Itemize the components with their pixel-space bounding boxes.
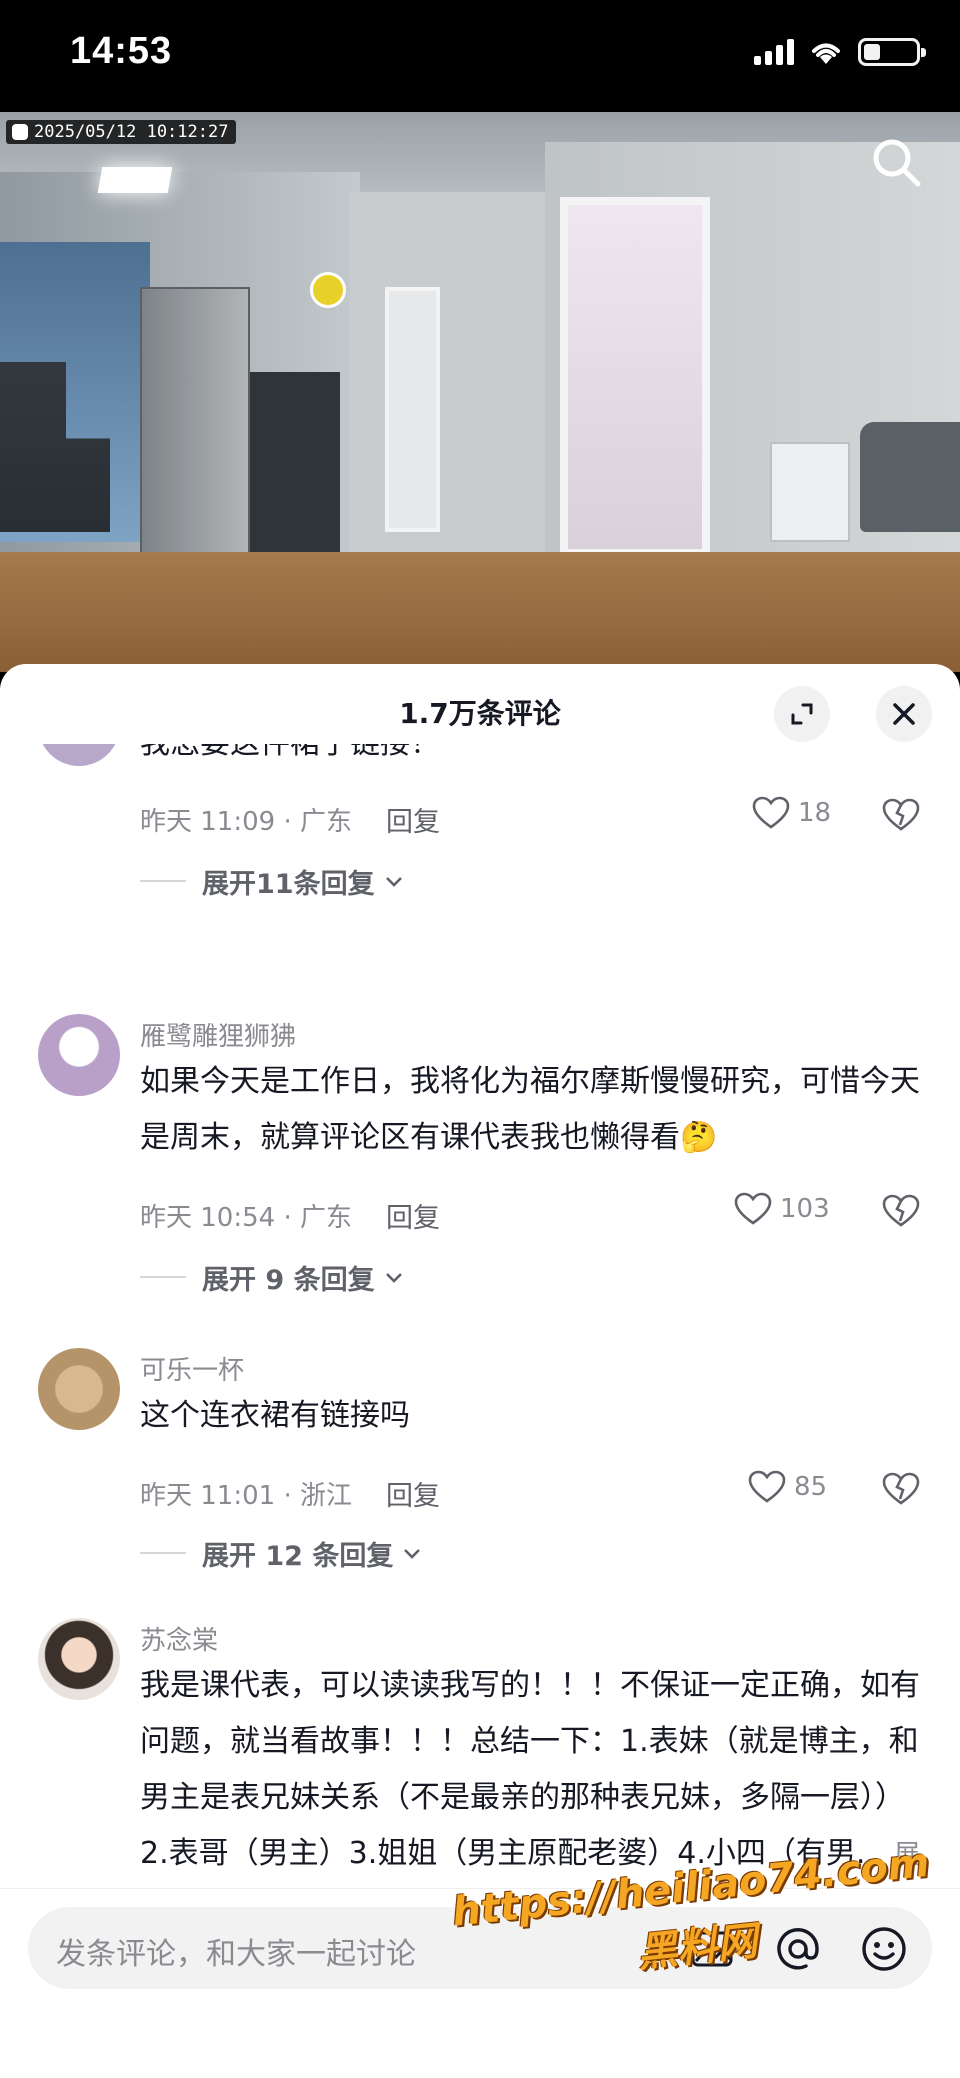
avatar[interactable] (38, 1348, 120, 1430)
comment-input-placeholder: 发条评论，和大家一起讨论 (56, 1937, 416, 1972)
camera-logo-icon (12, 124, 28, 140)
wifi-icon (812, 43, 840, 64)
dislike-button[interactable] (882, 1194, 920, 1232)
like-button[interactable]: 103 (734, 1192, 830, 1226)
close-button[interactable] (876, 686, 932, 742)
comment-list[interactable]: 我怎要这件裙子链接！ 昨天 11:09 · 广东 回复 18 展开11条回复 雁… (0, 744, 960, 1924)
username[interactable]: 苏念棠 (140, 1620, 218, 1657)
like-count: 18 (798, 798, 832, 828)
avatar[interactable] (38, 1618, 120, 1700)
search-button[interactable] (868, 134, 924, 190)
sheet-header: 1.7万条评论 (0, 664, 960, 752)
like-count: 85 (794, 1472, 828, 1502)
expand-replies-button[interactable]: 展开11条回复 (202, 862, 403, 901)
broken-heart-icon (882, 1472, 920, 1505)
status-icons (754, 38, 926, 66)
status-time: 14:53 (70, 30, 173, 72)
comment-time-location: 昨天 11:01 · 浙江 (140, 1481, 352, 1511)
timestamp-text: 2025/05/12 10:12:27 (34, 122, 229, 142)
comment-meta: 昨天 10:54 · 广东 回复 (140, 1196, 440, 1235)
chevron-down-icon (385, 1272, 402, 1283)
like-button[interactable]: 85 (748, 1470, 827, 1504)
search-icon (873, 139, 921, 187)
heart-icon (748, 1470, 786, 1503)
avatar[interactable] (38, 744, 120, 766)
camera-video[interactable]: 2025/05/12 10:12:27 (0, 112, 960, 672)
reply-button[interactable]: 回复 (386, 1196, 440, 1235)
avatar[interactable] (38, 1014, 120, 1096)
comment-text: 如果今天是工作日，我将化为福尔摩斯慢慢研究，可惜今天是周末，就算评论区有课代表我… (140, 1064, 920, 1155)
close-icon (893, 703, 915, 725)
expand-replies-button[interactable]: 展开 9 条回复 (202, 1258, 403, 1297)
dislike-button[interactable] (882, 1472, 920, 1510)
comment-text: 我怎要这件裙子链接！ (140, 744, 930, 772)
comment-text-body: 我是课代表，可以读读我写的！！！不保证一定正确，如有问题，就当看故事！！！总结一… (140, 1668, 920, 1871)
comment-item: 可乐一杯 这个连衣裙有链接吗 昨天 11:01 · 浙江 回复 85 展开 12… (0, 1348, 960, 1572)
comment-time-location: 昨天 10:54 · 广东 (140, 1203, 352, 1233)
chevron-down-icon (404, 1548, 421, 1559)
username[interactable]: 雁鹭雕狸狮狒 (140, 1016, 296, 1053)
comment-meta: 昨天 11:01 · 浙江 回复 (140, 1474, 440, 1513)
battery-icon (858, 38, 926, 66)
expand-button[interactable] (774, 686, 830, 742)
video-timestamp: 2025/05/12 10:12:27 (6, 120, 237, 144)
heart-icon (752, 796, 790, 829)
comment-time-location: 昨天 11:09 · 广东 (140, 807, 352, 837)
comment-item: 我怎要这件裙子链接！ 昨天 11:09 · 广东 回复 18 展开11条回复 (0, 744, 960, 924)
expand-icon (791, 703, 813, 725)
reply-button[interactable]: 回复 (386, 1474, 440, 1513)
reply-button[interactable]: 回复 (386, 800, 440, 839)
dislike-button[interactable] (882, 798, 920, 836)
comment-text: 这个连衣裙有链接吗 (140, 1398, 410, 1433)
signal-icon (754, 39, 794, 65)
chevron-down-icon (385, 876, 402, 887)
like-button[interactable]: 18 (752, 796, 831, 830)
expand-replies-button[interactable]: 展开 12 条回复 (202, 1534, 421, 1573)
broken-heart-icon (882, 798, 920, 831)
username[interactable]: 可乐一杯 (140, 1350, 244, 1387)
heart-icon (734, 1192, 772, 1225)
status-bar: 14:53 (0, 0, 960, 112)
like-count: 103 (780, 1194, 830, 1224)
broken-heart-icon (882, 1194, 920, 1227)
comment-item: 雁鹭雕狸狮狒 如果今天是工作日，我将化为福尔摩斯慢慢研究，可惜今天是周末，就算评… (0, 1014, 960, 1296)
comment-meta: 昨天 11:09 · 广东 回复 (140, 800, 440, 839)
